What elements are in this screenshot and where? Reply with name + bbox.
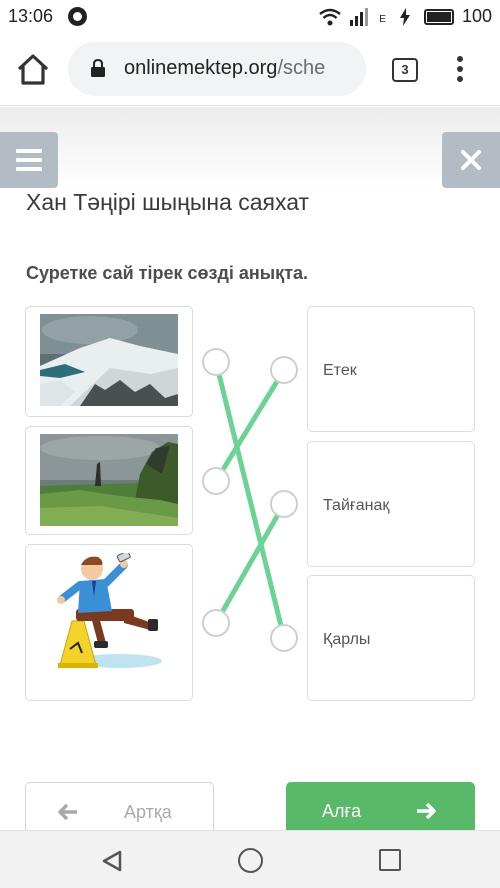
image-connector-2[interactable]: [202, 467, 230, 495]
whatsapp-icon: [68, 7, 87, 26]
battery-icon: [423, 8, 454, 25]
signal-icon: [350, 7, 369, 26]
address-bar[interactable]: onlinemektep.org/sche: [68, 42, 366, 96]
url-path: /sche: [277, 57, 326, 79]
url-text: onlinemektep.org/sche: [124, 57, 325, 80]
word-connector-1[interactable]: [270, 356, 298, 384]
home-icon[interactable]: [14, 52, 52, 88]
android-nav-bar: [0, 830, 500, 888]
arrow-right-icon: [417, 802, 436, 820]
status-bar: 13:06 E 100: [0, 0, 500, 34]
image-connector-3[interactable]: [202, 609, 230, 637]
nav-home-icon[interactable]: [238, 848, 263, 873]
wifi-icon: [319, 8, 342, 25]
url-host: onlinemektep.org: [124, 57, 278, 79]
network-type: E: [379, 14, 386, 25]
word-connector-2[interactable]: [270, 490, 298, 518]
next-button[interactable]: Алға: [286, 782, 475, 830]
lock-icon: [91, 59, 105, 77]
word-connector-3[interactable]: [270, 624, 298, 652]
battery-level: 100: [461, 6, 492, 26]
connection-lines: [213, 359, 287, 641]
status-icons: E 100: [319, 6, 492, 27]
tab-switcher-button[interactable]: 3: [392, 58, 418, 82]
menu-dots-icon[interactable]: [450, 54, 470, 86]
image-connector-1[interactable]: [202, 348, 230, 376]
match-line-2: [213, 367, 287, 484]
next-label: Алға: [322, 801, 362, 821]
status-time: 13:06: [8, 6, 54, 26]
nav-back-icon[interactable]: [100, 849, 124, 873]
charging-icon: [399, 7, 410, 26]
page-content: Хан Тәңірі шыңына саяхат Суретке сай тір…: [0, 107, 500, 830]
back-label: Артқа: [124, 802, 172, 822]
arrow-left-icon: [58, 803, 77, 821]
back-button[interactable]: Артқа: [25, 782, 214, 830]
nav-recents-icon[interactable]: [379, 849, 401, 871]
browser-toolbar: onlinemektep.org/sche 3: [0, 34, 500, 106]
